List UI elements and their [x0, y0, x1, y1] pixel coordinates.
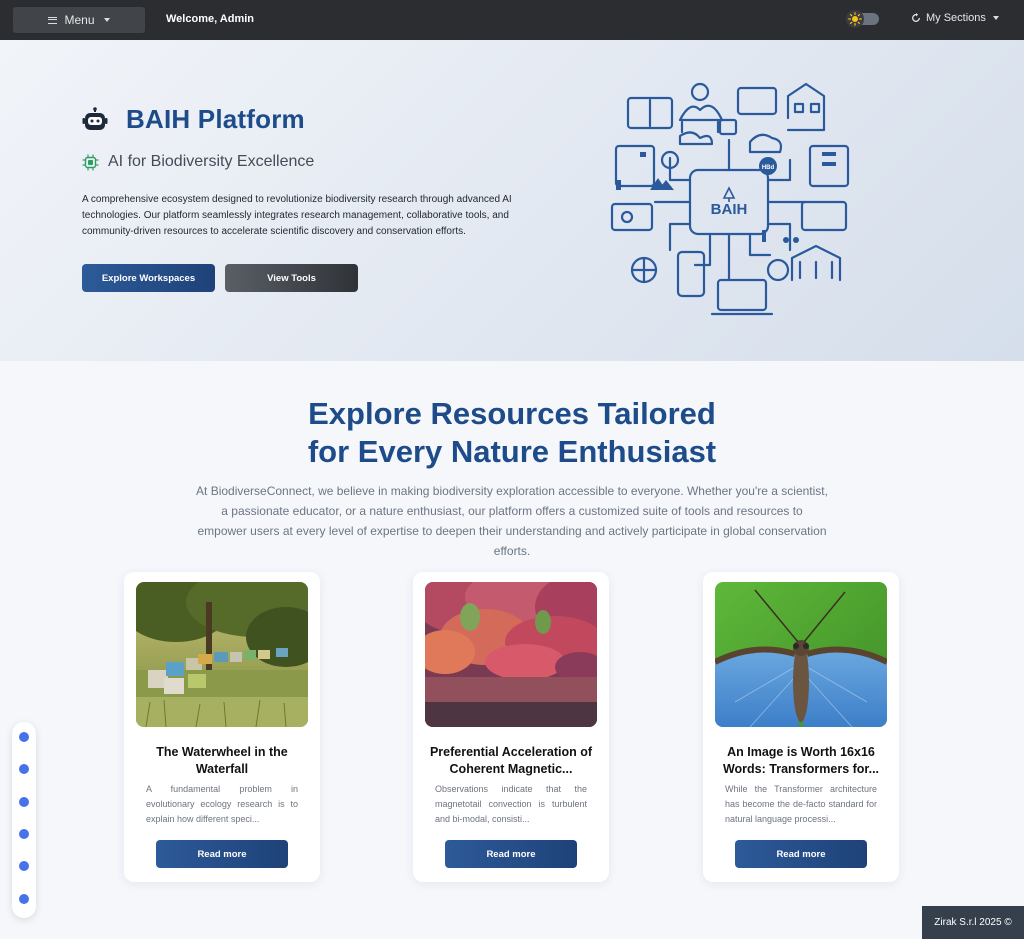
hero-heading: BAIH Platform [126, 104, 305, 134]
robot-icon [82, 106, 108, 130]
card-image-autumn-lake [425, 582, 597, 727]
explore-heading-line1: Explore Resources Tailored [308, 396, 716, 431]
resource-card: The Waterwheel in the Waterfall A fundam… [124, 572, 320, 882]
section-dot[interactable] [19, 764, 29, 774]
my-sections-dropdown[interactable]: My Sections [911, 12, 999, 24]
menu-button[interactable]: Menu [13, 7, 145, 33]
explore-description: At BiodiverseConnect, we believe in maki… [196, 484, 828, 558]
chevron-down-icon [992, 16, 999, 20]
illustration-small-label: HBd [762, 165, 775, 171]
card-title: An Image is Worth 16x16 Words: Transform… [722, 745, 880, 776]
read-more-button[interactable]: Read more [156, 840, 288, 868]
top-navbar: Menu Welcome, Admin My Sections [0, 0, 1024, 40]
resource-card: An Image is Worth 16x16 Words: Transform… [703, 572, 899, 882]
section-dot[interactable] [19, 732, 29, 742]
card-description: Observations indicate that the magnetota… [435, 784, 587, 824]
card-description: While the Transformer architecture has b… [725, 784, 877, 824]
section-dot[interactable] [19, 861, 29, 871]
platform-network-illustration: BAIH HBd [610, 82, 850, 316]
my-sections-label: My Sections [926, 12, 986, 24]
card-image-beehives [136, 582, 308, 727]
hero-subtitle: AI for Biodiversity Excellence [82, 153, 314, 171]
view-tools-button[interactable]: View Tools [225, 264, 358, 292]
hamburger-icon [48, 16, 58, 24]
explore-workspaces-button[interactable]: Explore Workspaces [82, 264, 215, 292]
card-image-butterfly [715, 582, 887, 727]
card-title: The Waterwheel in the Waterfall [156, 745, 288, 776]
resource-card: Preferential Acceleration of Coherent Ma… [413, 572, 609, 882]
read-more-button[interactable]: Read more [735, 840, 867, 868]
refresh-icon [912, 13, 920, 22]
section-dot[interactable] [19, 829, 29, 839]
illustration-label: BAIH [711, 201, 748, 218]
card-description: A fundamental problem in evolutionary ec… [146, 784, 298, 824]
chevron-down-icon [103, 18, 110, 22]
section-dot-navigation [12, 722, 36, 918]
hero-subtitle-text: AI for Biodiversity Excellence [108, 153, 315, 170]
welcome-text: Welcome, Admin [166, 13, 255, 25]
card-title: Preferential Acceleration of Coherent Ma… [429, 745, 593, 776]
menu-label: Menu [64, 13, 95, 27]
explore-heading-line2: for Every Nature Enthusiast [307, 434, 717, 469]
read-more-button[interactable]: Read more [445, 840, 577, 868]
section-dot[interactable] [19, 797, 29, 807]
section-dot[interactable] [19, 894, 29, 904]
theme-toggle[interactable] [846, 10, 880, 28]
copyright-badge: Zirak S.r.l 2025 © [922, 906, 1024, 939]
sun-icon [846, 10, 864, 28]
hero-description: A comprehensive ecosystem designed to re… [82, 194, 512, 237]
explore-heading: Explore Resources Tailored for Every Nat… [0, 395, 1024, 471]
hero-title: BAIH Platform [82, 104, 305, 135]
chip-icon [82, 154, 99, 170]
